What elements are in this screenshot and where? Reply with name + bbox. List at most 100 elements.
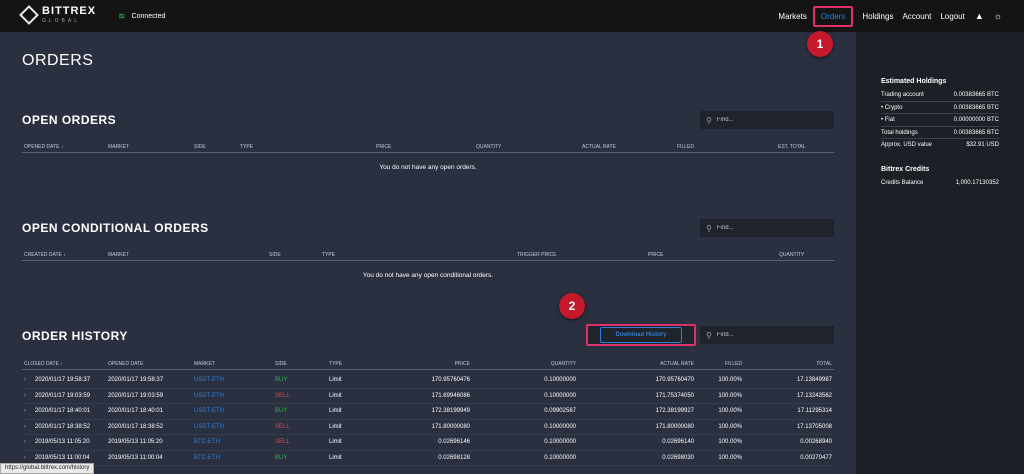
- holdings-label: • Crypto: [881, 104, 903, 111]
- holdings-value: 0.00383665 BTC: [953, 92, 999, 98]
- col-market[interactable]: MARKET: [194, 361, 215, 367]
- nav-account[interactable]: Account: [902, 12, 931, 21]
- chevron-right-icon[interactable]: ›: [24, 377, 26, 383]
- open-orders-title: OPEN ORDERS: [22, 113, 117, 127]
- chevron-right-icon[interactable]: ›: [24, 408, 26, 414]
- cell-type: Limit: [329, 392, 342, 399]
- brand-name: BITTREX: [42, 5, 97, 17]
- cell-side: SELL: [275, 392, 290, 399]
- cell-closed-date: 2020/01/17 19:03:59: [35, 392, 91, 399]
- holdings-value: 0.00383665 BTC: [953, 129, 999, 136]
- col-price[interactable]: PRICE: [648, 252, 663, 258]
- cell-filled: 100.00%: [718, 408, 742, 414]
- cell-market-link[interactable]: USDT-ETH: [194, 377, 224, 383]
- table-row[interactable]: › 2020/01/17 19:03:59 2020/01/17 19:03:5…: [22, 389, 834, 404]
- cell-type: Limit: [329, 423, 342, 430]
- col-actual-rate[interactable]: ACTUAL RATE: [660, 361, 694, 367]
- main-nav: Markets Orders Holdings Account Logout ▲…: [769, 0, 1002, 32]
- conditional-orders-search[interactable]: ⚲: [700, 219, 834, 237]
- col-created-date[interactable]: CREATED DATE ↓: [24, 252, 66, 258]
- cell-opened-date: 2020/01/17 18:38:52: [108, 423, 164, 430]
- bittrex-logo[interactable]: BITTREX GLOBAL: [19, 5, 97, 25]
- cell-type: Limit: [329, 454, 342, 461]
- col-type[interactable]: TYPE: [322, 252, 335, 258]
- col-actual-rate[interactable]: ACTUAL RATE: [582, 144, 616, 150]
- order-history-search[interactable]: ⚲: [700, 326, 834, 344]
- cell-actual-rate: 170.95760470: [655, 377, 694, 383]
- open-orders-search-input[interactable]: [716, 117, 817, 123]
- order-history-search-input[interactable]: [716, 332, 817, 338]
- download-history-label: Download History: [600, 327, 682, 343]
- col-side[interactable]: SIDE: [269, 252, 281, 258]
- cell-actual-rate: 0.02696140: [662, 439, 694, 445]
- cell-closed-date: 2020/01/17 18:38:52: [35, 423, 91, 430]
- table-row[interactable]: › 2020/01/17 19:58:37 2020/01/17 19:58:3…: [22, 373, 834, 389]
- cell-actual-rate: 171.75374050: [655, 392, 694, 399]
- col-side[interactable]: SIDE: [194, 144, 206, 150]
- estimated-holdings-title: Estimated Holdings: [881, 78, 947, 85]
- col-opened-date[interactable]: OPENED DATE ↓: [24, 144, 63, 150]
- table-row[interactable]: › 2020/01/17 18:38:52 2020/01/17 18:38:5…: [22, 420, 834, 435]
- col-filled[interactable]: FILLED: [725, 361, 742, 367]
- cell-market-link[interactable]: USDT-ETH: [194, 424, 224, 430]
- cell-market-link[interactable]: BTC-ETH: [194, 439, 220, 445]
- cell-total: 17.11295314: [797, 408, 832, 414]
- download-history-button[interactable]: Download History: [586, 324, 696, 346]
- cell-filled: 100.00%: [718, 392, 742, 399]
- holdings-label: Total holdings: [881, 129, 918, 136]
- cell-market-link[interactable]: USDT-ETH: [194, 408, 224, 414]
- cell-quantity: 0.10000000: [544, 454, 576, 461]
- nav-logout[interactable]: Logout: [940, 12, 964, 21]
- cell-price: 171.80000080: [431, 423, 470, 430]
- col-trigger-price[interactable]: TRIGGER PRICE: [517, 252, 556, 258]
- open-orders-search[interactable]: ⚲: [700, 111, 834, 129]
- col-type[interactable]: TYPE: [240, 144, 253, 150]
- sun-icon[interactable]: ☼: [994, 11, 1002, 21]
- cell-market-link[interactable]: USDT-ETH: [194, 393, 224, 399]
- col-filled[interactable]: FILLED: [677, 144, 694, 150]
- cell-quantity: 0.10000000: [544, 392, 576, 399]
- col-type[interactable]: TYPE: [329, 361, 342, 367]
- cell-price: 170.95760476: [431, 377, 470, 383]
- table-row[interactable]: › 2019/05/13 11:00:04 2019/05/13 11:00:0…: [22, 451, 834, 466]
- col-quantity[interactable]: QUANTITY: [551, 361, 576, 367]
- chevron-right-icon[interactable]: ›: [24, 439, 26, 445]
- cell-actual-rate: 0.02698030: [662, 454, 694, 461]
- col-market[interactable]: MARKET: [108, 144, 129, 150]
- table-row[interactable]: › 2019/05/13 11:05:20 2019/05/13 11:05:2…: [22, 435, 834, 451]
- nav-orders[interactable]: Orders: [812, 5, 854, 27]
- nav-holdings[interactable]: Holdings: [862, 12, 893, 21]
- page-title: ORDERS: [22, 52, 94, 69]
- cell-total: 17.13705008: [796, 423, 832, 430]
- search-icon: ⚲: [706, 330, 712, 340]
- col-quantity[interactable]: QUANTITY: [476, 144, 501, 150]
- chevron-right-icon[interactable]: ›: [24, 424, 26, 430]
- cell-total: 0.00268940: [800, 439, 832, 445]
- col-side[interactable]: SIDE: [275, 361, 287, 367]
- order-history-table: › 2020/01/17 19:58:37 2020/01/17 19:58:3…: [22, 373, 834, 466]
- conditional-orders-search-input[interactable]: [716, 225, 817, 231]
- cell-market-link[interactable]: BTC-ETH: [194, 455, 220, 461]
- credits-value: 1,000.17130352: [955, 180, 999, 186]
- nav-markets[interactable]: Markets: [778, 12, 806, 21]
- cell-closed-date: 2019/05/13 11:05:20: [35, 439, 90, 445]
- col-total[interactable]: TOTAL: [816, 361, 832, 367]
- col-price[interactable]: PRICE: [455, 361, 470, 367]
- holdings-row: • Crypto 0.00383665 BTC: [881, 102, 999, 114]
- col-market[interactable]: MARKET: [108, 252, 129, 258]
- col-closed-date[interactable]: CLOSED DATE ↓: [24, 361, 63, 367]
- table-row[interactable]: › 2020/01/17 18:40:01 2020/01/17 18:40:0…: [22, 404, 834, 420]
- col-est-total[interactable]: EST. TOTAL: [778, 144, 806, 150]
- col-opened-date[interactable]: OPENED DATE: [108, 361, 143, 367]
- cell-side: BUY: [275, 377, 288, 383]
- chevron-right-icon[interactable]: ›: [24, 393, 26, 399]
- bittrex-credits-title: Bittrex Credits: [881, 166, 930, 173]
- col-price[interactable]: PRICE: [376, 144, 391, 150]
- step-badge-2: 2: [559, 293, 585, 319]
- open-orders-header: OPENED DATE ↓ MARKET SIDE TYPE PRICE QUA…: [22, 143, 834, 153]
- brand-sub: GLOBAL: [42, 18, 81, 24]
- col-quantity[interactable]: QUANTITY: [779, 252, 804, 258]
- flask-icon[interactable]: ▲: [975, 11, 984, 21]
- cell-total: 17.13243562: [796, 392, 832, 399]
- chevron-right-icon[interactable]: ›: [24, 455, 26, 461]
